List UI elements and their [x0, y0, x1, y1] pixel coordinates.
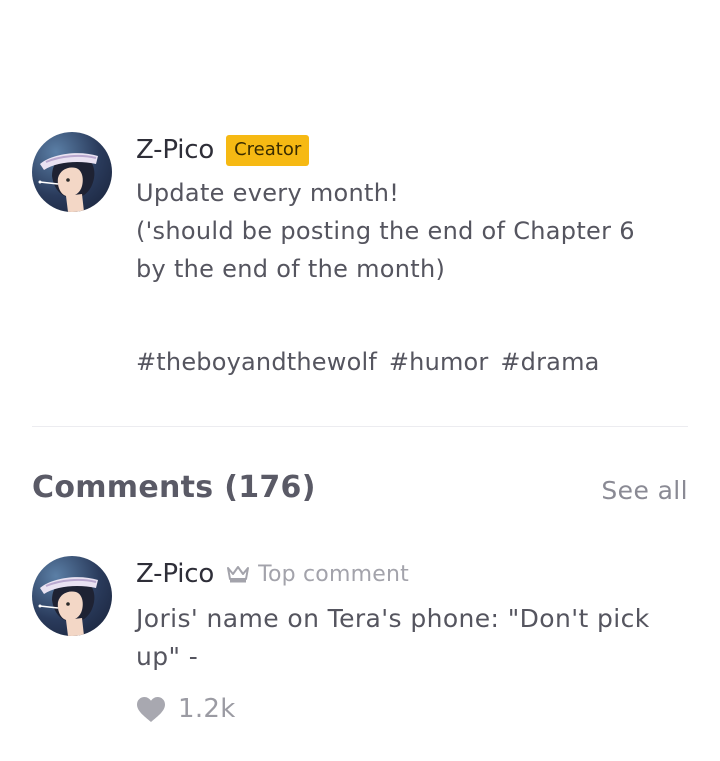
- comment-body: Z-Pico Top comment Joris' name on Tera's…: [136, 556, 688, 676]
- see-all-link[interactable]: See all: [601, 476, 688, 505]
- comments-title: Comments (176): [32, 470, 316, 505]
- comment-line: Joris' name on Tera's phone: "Don't pick: [136, 604, 650, 633]
- creator-name[interactable]: Z-Pico: [136, 135, 214, 165]
- series-description: Update every month! ('should be posting …: [136, 174, 688, 288]
- creator-badge: Creator: [226, 134, 310, 166]
- description-line: by the end of the month): [136, 255, 446, 283]
- tag-link[interactable]: #theboyandthewolf: [136, 348, 377, 376]
- commenter-avatar[interactable]: [32, 556, 112, 636]
- avatar-image: [32, 556, 112, 636]
- section-divider: [32, 426, 688, 427]
- creator-name-row: Z-Pico Creator: [136, 132, 688, 168]
- top-comment-text: Top comment: [258, 561, 409, 587]
- like-count: 1.2k: [178, 694, 236, 724]
- crown-icon: [227, 566, 250, 583]
- tag-link[interactable]: #humor: [389, 348, 489, 376]
- avatar-image: [32, 132, 112, 212]
- description-line: ('should be posting the end of Chapter 6: [136, 217, 635, 245]
- tag-link[interactable]: #drama: [500, 348, 599, 376]
- comment-line: up" -: [136, 642, 199, 671]
- creator-avatar[interactable]: [32, 132, 112, 212]
- comments-header: Comments (176) See all: [32, 468, 688, 512]
- top-comment-label: Top comment: [226, 562, 409, 587]
- comment-author-row: Z-Pico Top comment: [136, 556, 688, 592]
- like-button[interactable]: 1.2k: [136, 694, 236, 724]
- description-line: Update every month!: [136, 179, 400, 207]
- heart-icon: [137, 696, 165, 722]
- comment-author-name[interactable]: Z-Pico: [136, 559, 214, 589]
- tag-list: #theboyandthewolf #humor #drama: [136, 348, 604, 376]
- creator-details: Z-Pico Creator Update every month! ('sho…: [136, 132, 688, 288]
- comment-text: Joris' name on Tera's phone: "Don't pick…: [136, 600, 688, 676]
